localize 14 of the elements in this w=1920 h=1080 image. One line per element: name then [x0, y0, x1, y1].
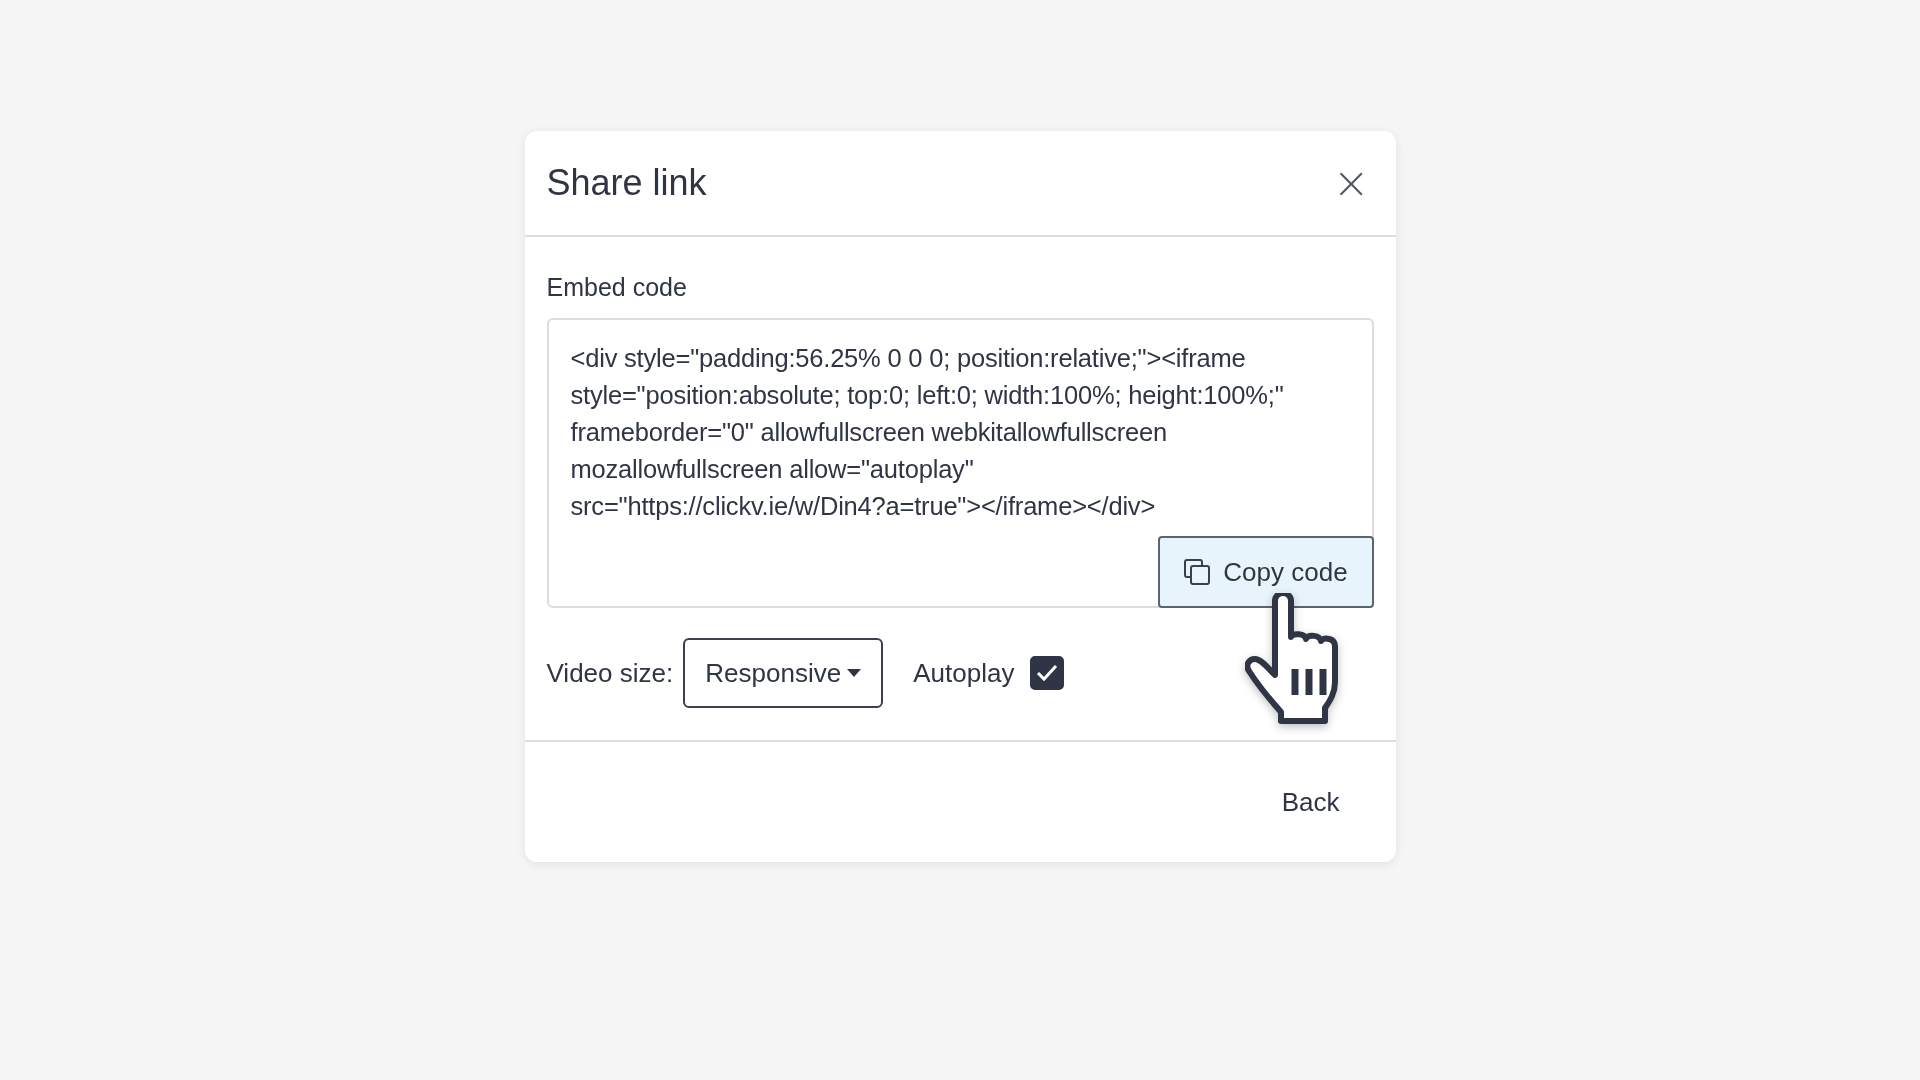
- close-button[interactable]: ×: [1328, 161, 1374, 205]
- copy-icon: [1183, 558, 1212, 586]
- video-size-label: Video size:: [546, 657, 674, 689]
- video-size-dropdown[interactable]: Responsive: [683, 638, 884, 708]
- autoplay-label: Autoplay: [913, 657, 1015, 689]
- autoplay-checkbox[interactable]: [1030, 656, 1065, 690]
- checkmark-icon: [1036, 664, 1059, 682]
- back-button[interactable]: Back: [1275, 785, 1346, 819]
- copy-code-button[interactable]: Copy code: [1157, 536, 1374, 608]
- caret-icon: [847, 669, 862, 677]
- dialog-title: Share link: [546, 162, 707, 204]
- embed-code-label: Embed code: [546, 273, 688, 302]
- embed-code-field[interactable]: [546, 318, 1374, 608]
- code-text: <div style="padding:56.25% 0 0 0; position:relative;"><iframe style="position:absolute; top:0; left:0; width:100%; height:100%;" frameborder="0" allowfullscreen webkitallowfullscreen mozallowfullscreen allow="autoplay" src="https://clickv.ie/w/Din4?a=true"></iframe></div>: [569, 343, 1285, 522]
